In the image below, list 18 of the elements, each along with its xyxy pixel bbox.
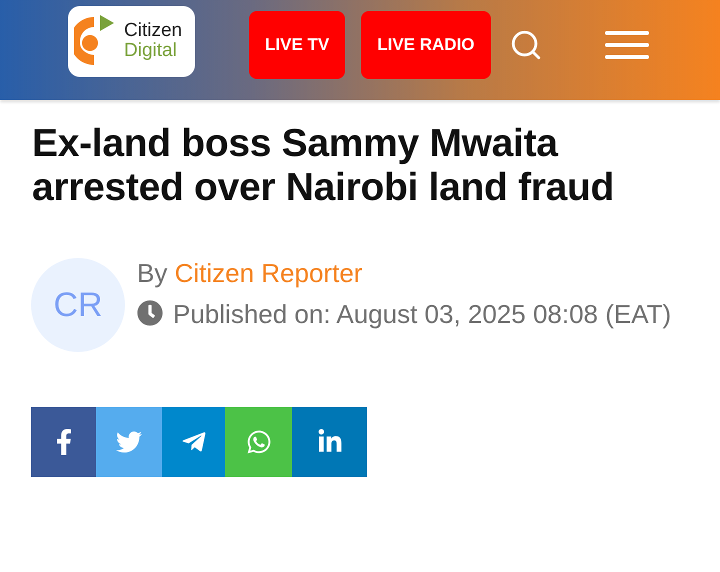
share-button[interactable] — [292, 407, 367, 477]
live-button[interactable]: LIVE RADIO — [361, 11, 491, 79]
share-button[interactable] — [31, 407, 96, 477]
share-button[interactable] — [162, 407, 225, 477]
logo-text: Digital — [124, 41, 178, 61]
linkedin-icon — [316, 429, 342, 455]
by-label: By — [137, 258, 168, 288]
author-link[interactable]: Citizen Reporter — [174, 258, 362, 288]
avatar: CR — [31, 258, 125, 352]
phone-bubble-icon — [246, 429, 272, 455]
bird-icon — [116, 429, 142, 455]
live-button[interactable]: LIVE TV — [249, 11, 346, 79]
publish-date: Published on: August 03, 2025 08:08 (EAT) — [173, 299, 672, 329]
logo-text: Citizen — [124, 21, 182, 41]
logo[interactable]: Citizen Digital — [68, 6, 195, 76]
article-title: Ex-land boss Sammy Mwaita arrested over Nairobi land fraud — [32, 122, 616, 210]
menu-icon[interactable] — [604, 30, 649, 60]
clock-icon — [137, 300, 163, 326]
